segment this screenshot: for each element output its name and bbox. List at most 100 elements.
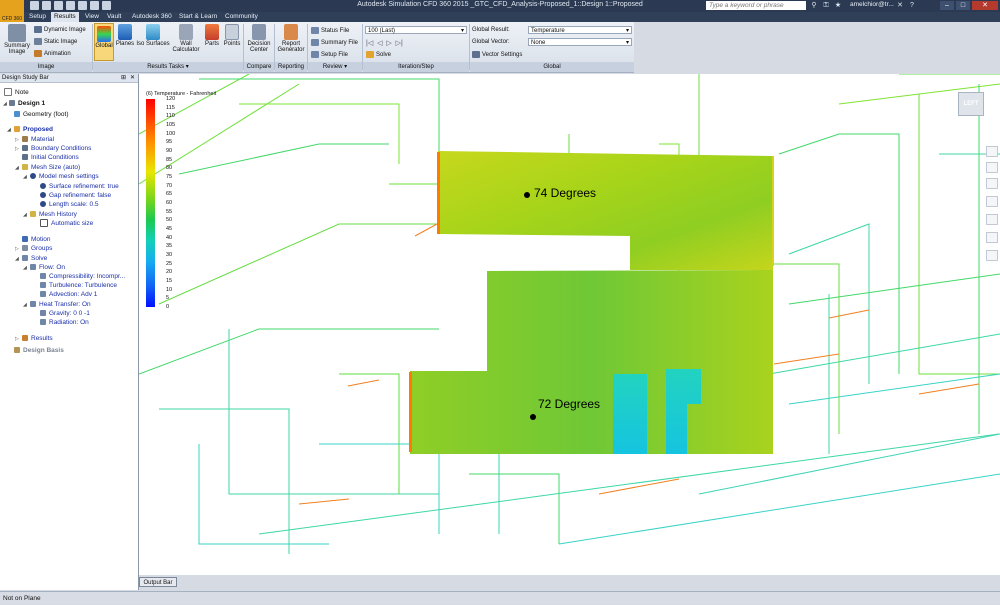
legend-tick-label: 20 — [166, 269, 173, 276]
parts-button[interactable]: Parts — [202, 24, 222, 47]
mesh-icon — [22, 164, 28, 171]
planes-button[interactable]: Planes — [115, 24, 135, 47]
tree-note[interactable]: Note — [4, 88, 29, 97]
output-bar-button[interactable]: Output Bar — [139, 577, 177, 587]
key-icon[interactable]: ⚿ — [822, 2, 830, 10]
close-icon[interactable]: ✕ — [130, 74, 135, 83]
orbit-icon[interactable] — [986, 178, 998, 189]
status-file-button[interactable]: Status File — [311, 27, 349, 34]
report-generator-button[interactable]: Report Generator — [276, 24, 306, 53]
tree-geometry[interactable]: Geometry (foot) — [14, 110, 69, 119]
tree-motion[interactable]: Motion — [22, 235, 51, 244]
setup-file-button[interactable]: Setup File — [311, 51, 348, 58]
zoom-icon[interactable] — [986, 162, 998, 173]
last-step-icon[interactable]: ▷| — [396, 40, 403, 47]
color-legend-bar — [146, 99, 155, 307]
vector-settings-button[interactable]: Vector Settings — [472, 51, 522, 58]
legend-tick-label: 100 — [166, 130, 176, 137]
user-account[interactable]: amelchior@tr... — [850, 1, 894, 8]
play-icon[interactable]: ▷ — [386, 40, 391, 47]
tab-start-learn[interactable]: Start & Learn — [176, 12, 220, 22]
geometry-icon — [14, 111, 20, 118]
tree-length-scale[interactable]: Length scale: 0.5 — [40, 200, 99, 209]
probe-point-72[interactable] — [530, 414, 536, 420]
tab-setup[interactable]: Setup — [26, 12, 49, 22]
global-result-select[interactable]: Temperature ▾ — [528, 26, 632, 34]
legend-tick-label: 105 — [166, 122, 176, 128]
search-input[interactable]: Type a keyword or phrase — [706, 1, 806, 10]
close-button[interactable]: ✕ — [972, 1, 998, 10]
tree-turbulence[interactable]: Turbulence: Turbulence — [40, 281, 117, 290]
tree-model-mesh-settings[interactable]: Model mesh settings — [30, 172, 99, 181]
review-group-label[interactable]: Review ▾ — [308, 62, 362, 72]
tab-community[interactable]: Community — [222, 12, 261, 22]
star-icon[interactable]: ★ — [834, 2, 842, 10]
report-generator-icon — [284, 24, 298, 40]
design-icon — [9, 100, 15, 107]
first-step-icon[interactable]: |◁ — [366, 40, 373, 47]
static-image-button[interactable]: Static Image — [34, 38, 77, 45]
maximize-button[interactable]: □ — [956, 1, 970, 10]
tree-compressibility[interactable]: Compressibility: Incompr... — [40, 272, 125, 281]
summary-file-button[interactable]: Summary File — [311, 39, 358, 46]
tree-groups[interactable]: Groups — [22, 244, 52, 253]
tab-vault[interactable]: Vault — [104, 12, 124, 22]
tab-view[interactable]: View — [82, 12, 102, 22]
decision-center-button[interactable]: Decision Center — [246, 24, 272, 53]
exchange-icon[interactable]: ✕ — [896, 2, 904, 10]
home-icon[interactable] — [986, 232, 998, 243]
binoculars-icon[interactable]: ⚲ — [810, 2, 818, 10]
tab-results[interactable]: Results — [51, 12, 79, 22]
reporting-group-label: Reporting — [275, 62, 307, 72]
help-icon[interactable]: ? — [908, 2, 916, 10]
flow-icon — [30, 264, 36, 271]
tree-mesh-size[interactable]: Mesh Size (auto) — [22, 163, 80, 172]
tree-initial-conditions[interactable]: Initial Conditions — [22, 153, 79, 162]
tree-radiation[interactable]: Radiation: On — [40, 318, 89, 327]
tree-flow[interactable]: Flow: On — [30, 263, 65, 272]
pan-icon[interactable] — [986, 146, 998, 157]
tree-advection[interactable]: Advection: Adv 1 — [40, 290, 97, 299]
look-icon[interactable] — [986, 214, 998, 225]
tree-design-1[interactable]: Design 1 — [9, 99, 45, 108]
solve-icon — [22, 255, 28, 262]
tree-design-basis[interactable]: Design Basis — [14, 346, 64, 355]
probe-point-74[interactable] — [524, 192, 530, 198]
prev-step-icon[interactable]: ◁ — [377, 40, 382, 47]
tree-boundary-conditions[interactable]: Boundary Conditions — [22, 144, 91, 153]
tree-solve[interactable]: Solve — [22, 254, 47, 263]
summary-image-button[interactable]: Summary Image — [3, 24, 31, 55]
pin-icon[interactable]: ⊞ — [121, 74, 126, 83]
tree-automatic-size[interactable]: Automatic size — [40, 219, 93, 228]
iteration-select[interactable]: 100 (Last) ▾ — [365, 26, 467, 34]
global-vector-select[interactable]: None ▾ — [528, 38, 632, 46]
legend-tick-label: 85 — [166, 156, 173, 163]
legend-tick-label: 35 — [166, 243, 173, 250]
view-cube[interactable]: LEFT — [958, 92, 984, 116]
tree-proposed[interactable]: Proposed — [14, 125, 53, 134]
fit-icon[interactable] — [986, 196, 998, 207]
animation-icon — [34, 50, 42, 57]
animation-button[interactable]: Animation — [34, 50, 71, 57]
tree-gravity[interactable]: Gravity: 0 0 -1 — [40, 309, 90, 318]
tree-heat-transfer[interactable]: Heat Transfer: On — [30, 300, 91, 309]
wall-calculator-button[interactable]: Wall Calculator — [172, 24, 200, 53]
tab-autodesk-360[interactable]: Autodesk 360 — [129, 12, 175, 22]
iso-surfaces-button[interactable]: Iso Surfaces — [136, 24, 170, 47]
minimize-button[interactable]: – — [940, 1, 954, 10]
results-tasks-group-label[interactable]: Results Tasks ▾ — [93, 62, 243, 72]
ribbon: Summary Image Dynamic Image Static Image… — [0, 22, 634, 73]
tree-gap-refinement[interactable]: Gap refinement: false — [40, 191, 111, 200]
tree-mesh-history[interactable]: Mesh History — [30, 210, 77, 219]
dynamic-image-button[interactable]: Dynamic Image — [34, 26, 86, 33]
tree-material[interactable]: Material — [22, 135, 54, 144]
setting-icon — [40, 282, 46, 289]
tree-results[interactable]: Results — [22, 334, 53, 343]
vector-settings-icon — [472, 51, 480, 58]
global-button[interactable]: Global — [94, 23, 114, 61]
solve-button[interactable]: Solve — [366, 51, 391, 58]
tree-surface-refinement[interactable]: Surface refinement: true — [40, 182, 119, 191]
points-button[interactable]: Points — [222, 24, 242, 47]
walk-icon[interactable] — [986, 250, 998, 261]
graphics-viewport[interactable]: 74 Degrees 72 Degrees — [139, 74, 1000, 575]
